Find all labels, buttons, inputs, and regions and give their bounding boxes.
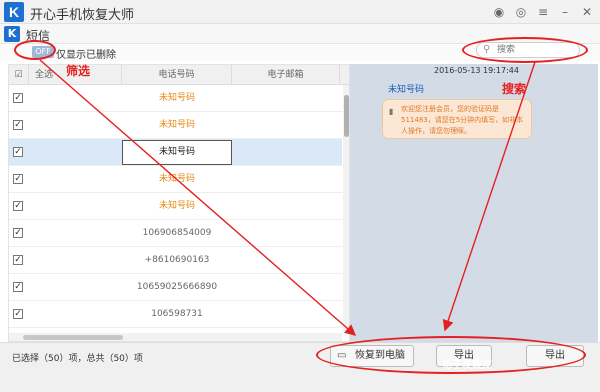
phone-icon: ▮	[389, 107, 394, 116]
deleted-only-label: 仅显示已删除	[56, 50, 116, 61]
row-checkbox[interactable]: ✓	[13, 174, 23, 184]
minimize-icon[interactable]: –	[558, 5, 572, 19]
row-phone-number: 未知号码	[158, 120, 195, 130]
select-all-checkbox[interactable]: ☑	[9, 65, 29, 85]
wechat-icon[interactable]: ◉	[492, 5, 506, 19]
table-row[interactable]: ✓ 106598731	[9, 301, 342, 328]
row-phone-number: 106906854009	[142, 228, 212, 238]
row-phone-number: 10659025666890	[136, 282, 218, 292]
message-detail-pane: 2016-05-13 19:17:44 未知号码 ▮ 欢迎您注册会员，您的验证码…	[350, 64, 598, 342]
row-checkbox[interactable]: ✓	[13, 93, 23, 103]
column-header-phone: 电话号码	[122, 65, 232, 85]
horizontal-scroll-thumb[interactable]	[23, 335, 123, 340]
row-checkbox[interactable]: ✓	[13, 309, 23, 319]
table-row[interactable]: ✓ 未知号码	[9, 139, 342, 166]
row-phone-number: +8610690163	[144, 255, 210, 265]
chat-icon[interactable]: ◎	[514, 5, 528, 19]
watermark: 电子发烧友	[442, 360, 492, 371]
row-checkbox[interactable]: ✓	[13, 201, 23, 211]
search-annotation-circle	[462, 37, 588, 63]
search-annotation-label: 搜索	[502, 82, 527, 96]
message-sender: 未知号码	[388, 85, 425, 95]
app-title: 开心手机恢复大师	[30, 8, 135, 23]
vertical-scroll-thumb[interactable]	[344, 95, 349, 137]
menu-icon[interactable]: ≡	[536, 5, 550, 19]
table-body: ✓ 未知号码 ✓ 未知号码 ✓ 未知号码 ✓ 未知号码 ✓ 未知号码 ✓ 106906854009 ✓ +…	[9, 85, 342, 341]
message-text: 欢迎您注册会员，您的验证码是511483，请您在5分钟内填写，如非本人操作，请您…	[401, 105, 524, 135]
table-header: ☑ 全选 电话号码 电子邮箱	[9, 65, 349, 85]
column-header-email: 电子邮箱	[232, 65, 340, 85]
row-checkbox[interactable]: ✓	[13, 282, 23, 292]
horizontal-scrollbar[interactable]	[9, 333, 342, 341]
table-row[interactable]: ✓ 未知号码	[9, 85, 342, 112]
close-icon[interactable]: ✕	[580, 5, 594, 19]
row-phone-number: 未知号码	[122, 140, 232, 165]
message-bubble: ▮ 欢迎您注册会员，您的验证码是511483，请您在5分钟内填写，如非本人操作，…	[382, 99, 532, 139]
selection-status: 已选择（50）项，总共（50）项	[12, 354, 143, 364]
message-time: 2016-05-13 19:17:44	[434, 66, 519, 75]
row-phone-number: 未知号码	[158, 201, 195, 211]
row-checkbox[interactable]: ✓	[13, 147, 23, 157]
table-row[interactable]: ✓ 未知号码	[9, 112, 342, 139]
table-row[interactable]: ✓ 未知号码	[9, 166, 342, 193]
table-row[interactable]: ✓ 10659025666890	[9, 274, 342, 301]
vertical-scrollbar[interactable]	[343, 85, 349, 333]
table-row[interactable]: ✓ 106906854009	[9, 220, 342, 247]
row-phone-number: 未知号码	[158, 93, 195, 103]
row-checkbox[interactable]: ✓	[13, 255, 23, 265]
message-table: ☑ 全选 电话号码 电子邮箱 ✓ 未知号码 ✓ 未知号码 ✓ 未知号码 ✓ 未知号码 ✓ 未知号码…	[8, 64, 350, 342]
filter-annotation-circle	[14, 40, 56, 60]
table-row[interactable]: ✓ +8610690163	[9, 247, 342, 274]
row-phone-number: 106598731	[151, 309, 203, 319]
row-phone-number: 未知号码	[158, 174, 195, 184]
title-bar: K 开心手机恢复大师 ◉ ◎ ≡ – ✕	[0, 0, 600, 24]
app-logo: K	[4, 2, 24, 22]
row-checkbox[interactable]: ✓	[13, 120, 23, 130]
filter-annotation-label: 筛选	[66, 64, 91, 78]
row-checkbox[interactable]: ✓	[13, 228, 23, 238]
table-row[interactable]: ✓ 未知号码	[9, 193, 342, 220]
window-controls: ◉ ◎ ≡ – ✕	[492, 4, 594, 20]
module-logo: K	[4, 26, 20, 42]
